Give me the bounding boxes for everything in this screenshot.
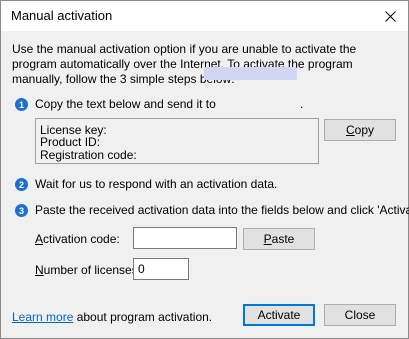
copy-label: opy xyxy=(354,123,375,137)
learn-more-link[interactable]: Learn more xyxy=(12,310,73,324)
copy-button[interactable]: Copy xyxy=(324,119,396,141)
step-2-icon: 2 xyxy=(15,178,28,191)
activation-code-accel: A xyxy=(35,232,44,246)
activation-code-label: Activation code: xyxy=(35,232,120,246)
step-1-text: Copy the text below and send it to xyxy=(35,97,216,111)
licenses-accel: N xyxy=(35,263,44,277)
close-button[interactable]: Close xyxy=(324,304,396,326)
licenses-label-rest: umber of licenses: xyxy=(43,263,142,277)
activate-button[interactable]: Activate xyxy=(243,304,315,326)
licenses-input[interactable] xyxy=(133,258,189,280)
window-title: Manual activation xyxy=(11,8,113,23)
licenses-label: Number of licenses: xyxy=(35,263,141,277)
close-window-button[interactable] xyxy=(372,1,408,31)
license-info-box: License key: Product ID: Registration co… xyxy=(35,118,319,164)
paste-accel: P xyxy=(263,232,272,246)
intro-text: Use the manual activation option if you … xyxy=(12,42,357,86)
copy-accel: C xyxy=(345,123,355,137)
step-1-suffix: . xyxy=(300,97,304,111)
manual-activation-dialog: Manual activation Use the manual activat… xyxy=(0,0,409,339)
redacted-email xyxy=(204,67,297,80)
step-3-icon: 3 xyxy=(15,204,28,217)
close-icon xyxy=(384,10,396,22)
activation-code-input[interactable] xyxy=(133,227,237,249)
step-1-icon: 1 xyxy=(15,98,28,111)
step-3-text: Paste the received activation data into … xyxy=(35,203,409,217)
footer-text: Learn more about program activation. xyxy=(12,310,212,324)
title-bar: Manual activation xyxy=(1,1,408,31)
step-2-text: Wait for us to respond with an activatio… xyxy=(35,177,278,191)
paste-label: aste xyxy=(271,232,295,246)
activation-code-label-rest: ctivation code: xyxy=(43,232,120,246)
footer-rest: about program activation. xyxy=(73,310,213,324)
paste-button[interactable]: Paste xyxy=(243,228,315,250)
registration-code-label: Registration code: xyxy=(40,148,137,162)
dialog-body: Use the manual activation option if you … xyxy=(1,31,409,338)
